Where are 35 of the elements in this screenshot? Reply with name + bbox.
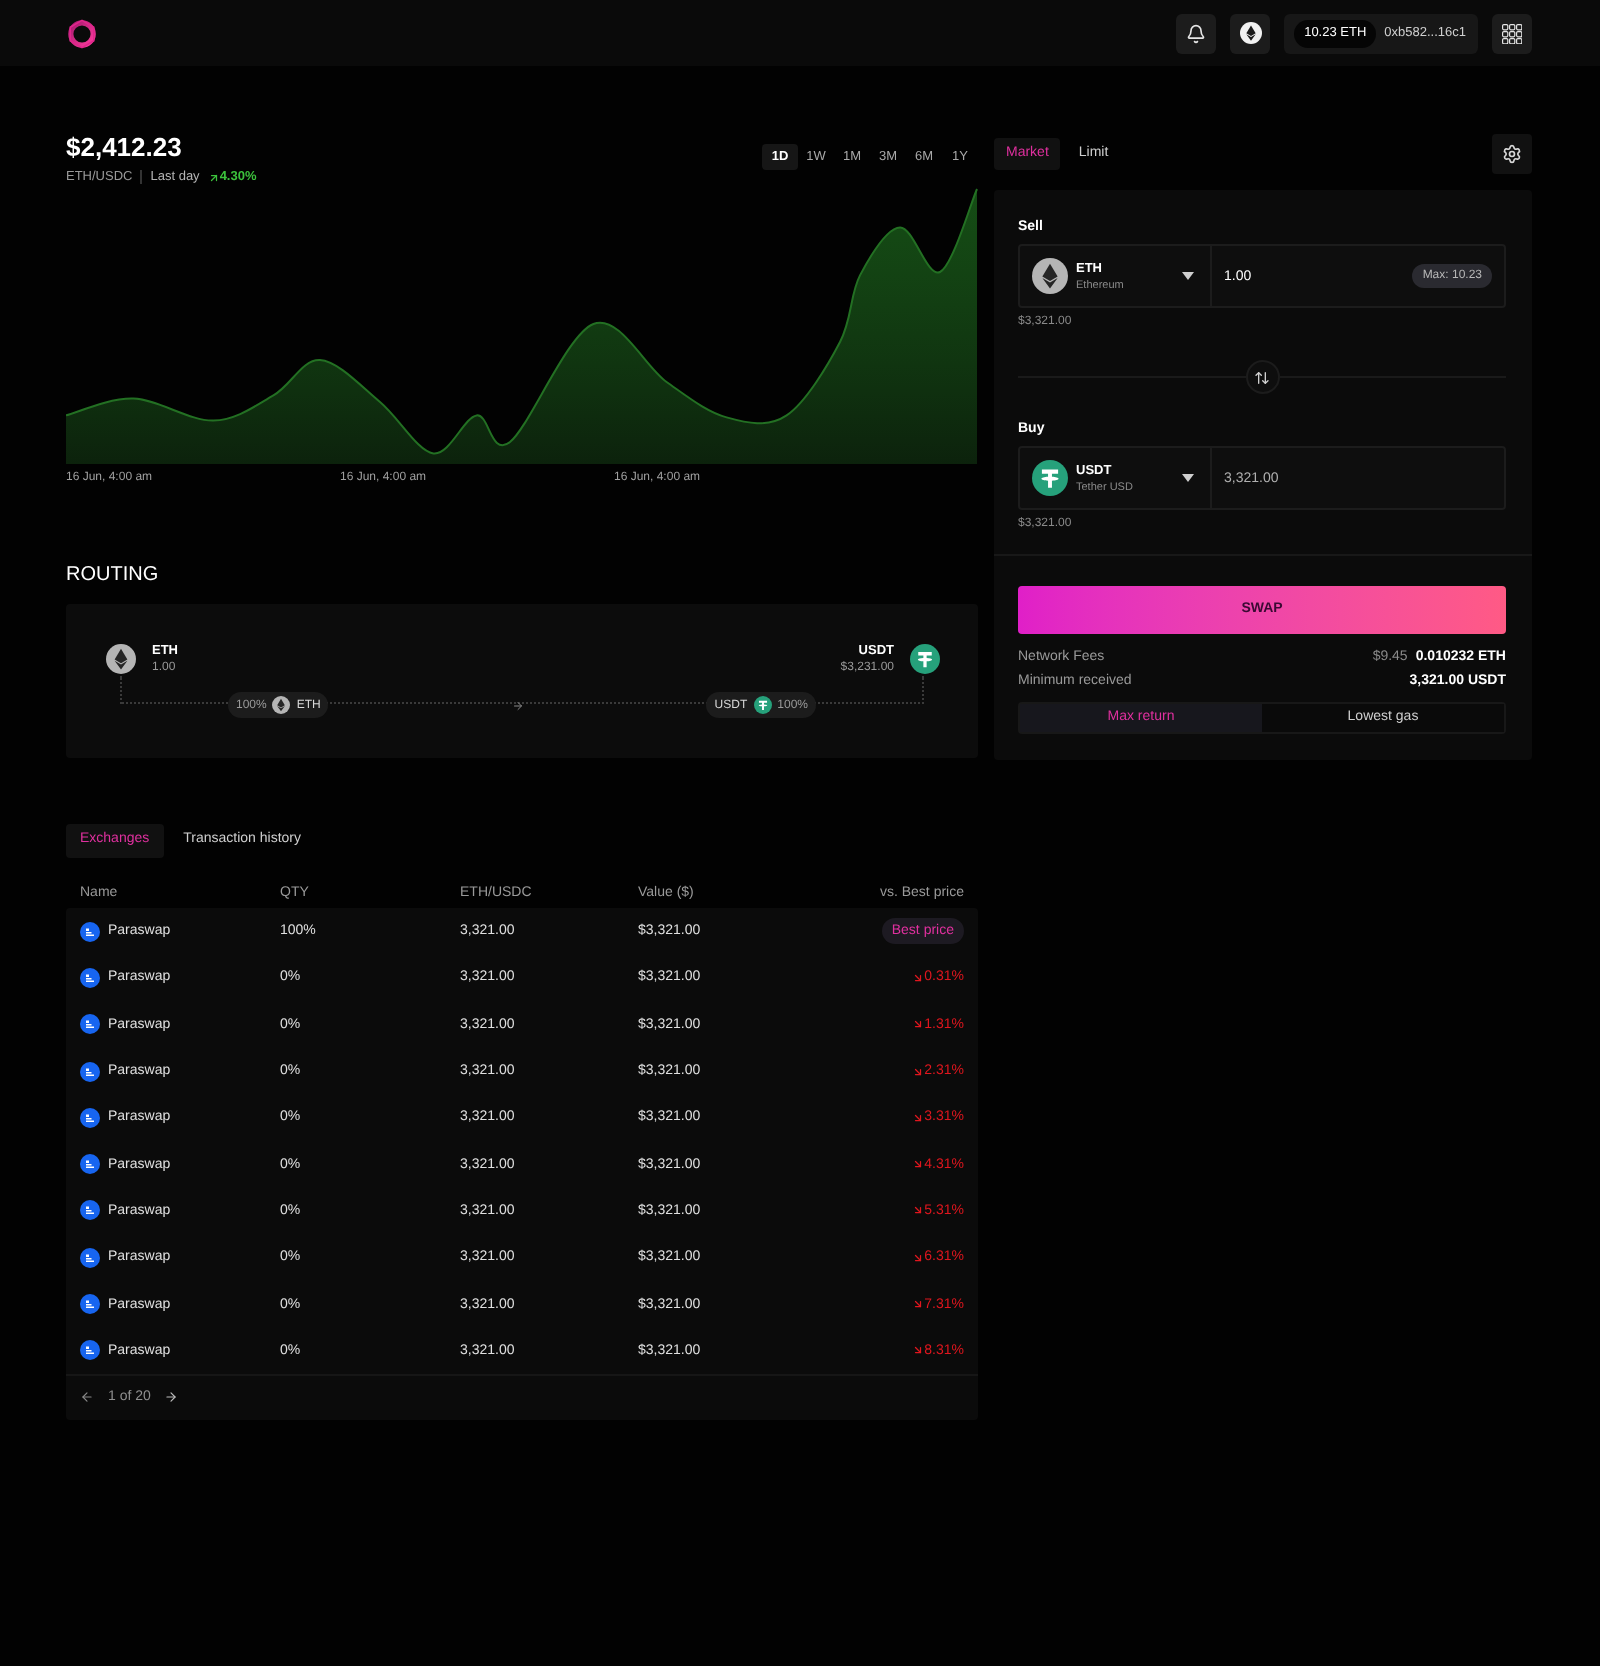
- tether-coin-icon: [753, 696, 772, 714]
- price-value: $2,412.23: [66, 132, 184, 164]
- exchange-logo-icon: [80, 1247, 100, 1268]
- section-title: ROUTING: [66, 564, 161, 588]
- exchange-logo-icon: [80, 1014, 100, 1035]
- network-button[interactable]: [1230, 13, 1271, 53]
- arrow-right-icon: [511, 699, 524, 711]
- settings-icon: [1502, 144, 1522, 164]
- eth-coin-icon: [106, 644, 136, 674]
- exchange-logo-icon: [80, 967, 100, 988]
- next-page-button[interactable]: [164, 1390, 179, 1405]
- eth-coin-icon: [1032, 258, 1068, 294]
- previous-page-button[interactable]: [80, 1390, 94, 1405]
- tether-coin-icon: [1032, 460, 1068, 496]
- grid-icon: [1502, 23, 1522, 43]
- arrow-left-icon: [80, 1390, 94, 1405]
- exchange-logo-icon: [80, 1061, 100, 1082]
- tether-coin-icon: [910, 644, 940, 674]
- settings-button[interactable]: [1492, 134, 1532, 174]
- exchange-logo-icon: [80, 1294, 100, 1315]
- swap-direction-button[interactable]: [1245, 360, 1279, 394]
- exchange-logo-icon: [80, 1340, 100, 1361]
- logo-icon[interactable]: [66, 17, 98, 49]
- exchange-logo-icon: [80, 1107, 100, 1128]
- arrow-right-icon: [164, 1390, 179, 1405]
- swap-arrows-icon: [1254, 369, 1270, 385]
- bell-icon: [1186, 23, 1207, 43]
- exchange-logo-icon: [80, 1154, 100, 1175]
- exchange-logo-icon: [80, 1200, 100, 1221]
- exchange-logo-icon: [80, 921, 100, 942]
- apps-grid-button[interactable]: [1492, 13, 1532, 53]
- notifications-button[interactable]: [1176, 13, 1217, 53]
- eth-coin-icon: [1239, 22, 1262, 44]
- caret-down-icon: [1182, 272, 1194, 280]
- caret-down-icon: [1182, 474, 1194, 482]
